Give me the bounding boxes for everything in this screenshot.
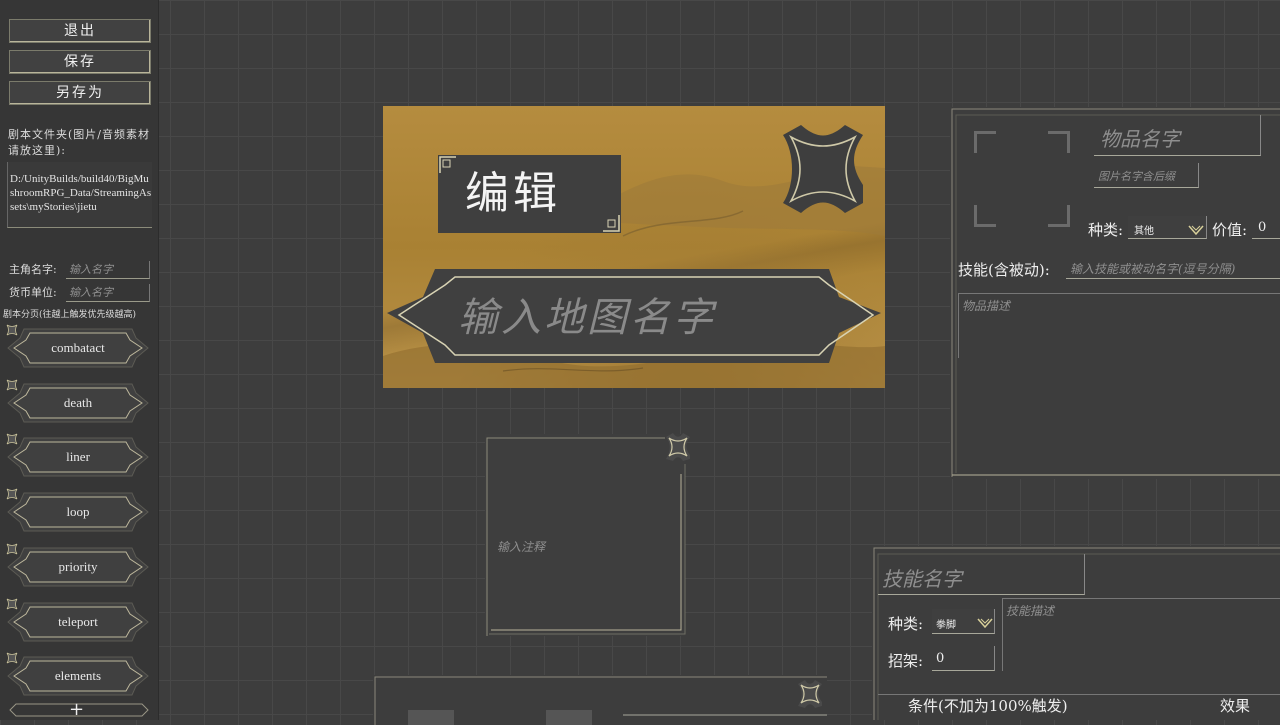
- star-ornament-icon[interactable]: [777, 123, 869, 215]
- page-item-label: teleport: [58, 614, 98, 629]
- page-star-icon[interactable]: [6, 379, 18, 391]
- page-item[interactable]: liner: [6, 433, 150, 479]
- item-name-input[interactable]: 物品名字: [1100, 123, 1180, 152]
- edit-label: 编辑: [465, 168, 561, 219]
- page-item-label: liner: [66, 449, 90, 464]
- folder-label: 剧本文件夹(图片/音频素材请放这里):: [8, 128, 150, 157]
- map-card: 编辑 输入地图名字: [383, 106, 885, 388]
- page-item[interactable]: loop: [6, 488, 150, 534]
- add-page-bar[interactable]: +: [6, 699, 152, 720]
- skill-name-input[interactable]: 技能名字: [882, 563, 962, 592]
- page-star-icon[interactable]: [6, 652, 18, 664]
- parry-input[interactable]: 0: [936, 651, 944, 666]
- page-star-icon[interactable]: [6, 433, 18, 445]
- page-item[interactable]: combatact: [6, 324, 150, 370]
- page-star-icon[interactable]: [6, 543, 18, 555]
- page-item-label: combatact: [51, 340, 105, 355]
- folder-path-field[interactable]: D:/UnityBuilds/build40/BigMushroomRPG_Da…: [7, 162, 152, 228]
- page-star-icon[interactable]: [6, 598, 18, 610]
- item-value-label: 价值:: [1212, 221, 1248, 239]
- item-panel: 物品名字 图片名字含后缀 种类: 其他 价值: 0 技能(含被动): 输入技能或…: [950, 107, 1280, 479]
- image-name-input[interactable]: 图片名字含后缀: [1098, 168, 1175, 184]
- page-item[interactable]: priority: [6, 543, 150, 589]
- note-card[interactable]: 输入注释: [485, 433, 690, 636]
- hero-name-label: 主角名字:: [9, 263, 57, 276]
- page-star-icon[interactable]: [6, 324, 18, 336]
- parry-label: 招架:: [888, 652, 924, 670]
- item-skill-input[interactable]: 输入技能或被动名字(逗号分隔): [1070, 260, 1235, 277]
- pages-label: 剧本分页(往越上触发优先级越高): [3, 310, 137, 320]
- skill-type-value: 拳脚: [936, 620, 956, 631]
- save-button[interactable]: 保存: [9, 50, 151, 74]
- skill-panel: 技能名字 种类: 拳脚 技能描述 招架: 0 条件(不加为100%触发) 效果: [872, 546, 1280, 720]
- edit-tag[interactable]: 编辑: [438, 155, 621, 233]
- item-image-slot-icon[interactable]: [974, 131, 1070, 227]
- note-star-icon[interactable]: [663, 432, 693, 462]
- item-type-value: 其他: [1134, 226, 1154, 237]
- currency-input[interactable]: 输入名字: [66, 284, 150, 302]
- page-item-label: death: [63, 395, 93, 410]
- skill-desc-input[interactable]: 技能描述: [1006, 602, 1054, 619]
- chevron-down-icon: [1188, 225, 1204, 236]
- page-item-label: elements: [54, 668, 102, 683]
- page-item-label: priority: [58, 559, 98, 574]
- map-name-input[interactable]: 输入地图名字: [458, 294, 798, 342]
- bottom-card-frame: [373, 675, 827, 725]
- page-item[interactable]: death: [6, 379, 150, 425]
- hero-name-input[interactable]: 输入名字: [66, 261, 150, 279]
- page-item[interactable]: teleport: [6, 598, 150, 644]
- page-item-label: loop: [66, 504, 90, 519]
- skill-type-label: 种类:: [888, 615, 924, 633]
- item-skill-label: 技能(含被动):: [958, 261, 1050, 279]
- note-input[interactable]: 输入注释: [497, 538, 545, 555]
- add-page-button[interactable]: +: [69, 699, 84, 720]
- exit-button[interactable]: 退出: [9, 19, 151, 43]
- bottom-card[interactable]: [373, 675, 827, 725]
- save-as-button[interactable]: 另存为: [9, 81, 151, 105]
- skill-chevron-down-icon: [977, 618, 993, 629]
- condition-header: 条件(不加为100%触发): [908, 697, 1068, 715]
- page-star-icon[interactable]: [6, 488, 18, 500]
- currency-label: 货币单位:: [9, 286, 57, 299]
- item-value-input[interactable]: 0: [1258, 220, 1266, 235]
- item-type-label: 种类:: [1088, 221, 1124, 239]
- sidebar: 退出 保存 另存为 剧本文件夹(图片/音频素材请放这里): D:/UnityBu…: [0, 0, 159, 720]
- page-item[interactable]: elements: [6, 652, 150, 698]
- item-desc-input[interactable]: 物品描述: [962, 297, 1010, 314]
- bottom-star-icon[interactable]: [795, 679, 825, 709]
- effect-header: 效果: [1220, 697, 1251, 715]
